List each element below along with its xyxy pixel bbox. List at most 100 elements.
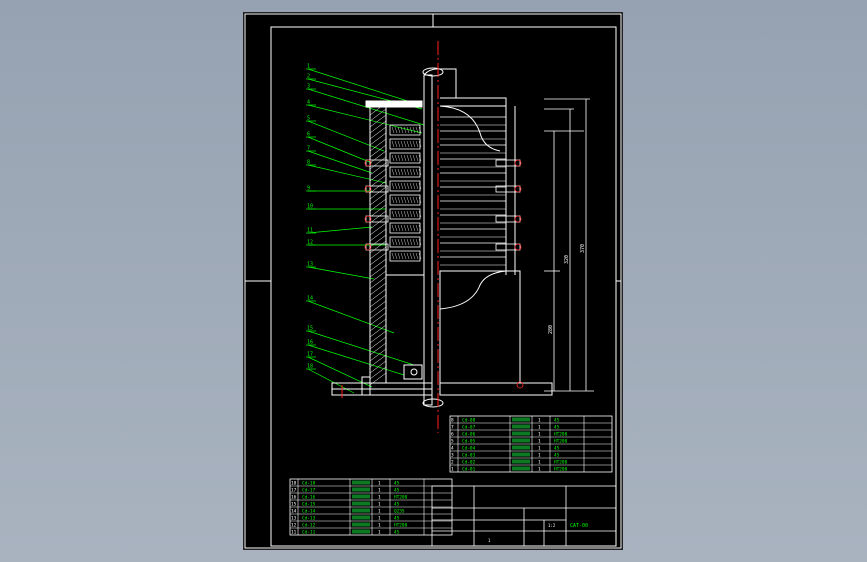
hatch-line: [369, 366, 387, 380]
hatch-line: [369, 252, 387, 266]
disc-hatch: [397, 224, 401, 232]
bom-cell-code: Cd-01: [462, 467, 476, 473]
disc-hatch: [403, 140, 407, 148]
title-block: [431, 485, 617, 547]
disc-hatch: [394, 182, 398, 190]
leader-line: [307, 150, 373, 174]
hatch-line: [369, 354, 387, 368]
bom-cell-mat: 45: [394, 530, 400, 536]
bom-cell-no: 11: [291, 530, 297, 536]
callout-number: 15: [307, 326, 313, 332]
bom-name-fill: [512, 452, 530, 457]
callout-number: 17: [307, 352, 313, 358]
disc-hatch: [400, 140, 404, 148]
disc-hatch: [394, 252, 398, 260]
bom-cell-mat: HT200: [554, 439, 568, 445]
leader-line: [307, 226, 373, 234]
shaft-left-half: [423, 74, 433, 406]
bom-cell-qty: 1: [378, 495, 381, 501]
bom-cell-mat: 45: [554, 425, 560, 431]
disc-hatch: [409, 196, 413, 204]
upper-flange: [440, 97, 507, 107]
disc-hatch: [412, 252, 416, 260]
hatch-line: [369, 312, 387, 326]
disc-hatch: [403, 238, 407, 246]
bom-name-fill: [512, 431, 530, 436]
hatch-line: [369, 228, 387, 242]
callout-number: 3: [307, 84, 310, 90]
cad-viewport[interactable]: 1 2 3 4 5 6 7 8 9 10 11 12 13 14 15 16 17 18: [0, 0, 867, 562]
hatch-line: [369, 360, 387, 374]
dim-label-280: 280: [548, 325, 554, 334]
disc-hatch: [403, 154, 407, 162]
drawing-sheet[interactable]: 1 2 3 4 5 6 7 8 9 10 11 12 13 14 15 16 17 18: [244, 13, 622, 549]
hatch-line: [369, 192, 387, 206]
bom-cell-no: 5: [451, 439, 454, 445]
bom-cell-no: 18: [291, 481, 297, 487]
callout-number: 16: [307, 340, 313, 346]
disc-hatch: [403, 252, 407, 260]
bom-cell-code: Cd-04: [462, 446, 476, 452]
callout-number: 1: [307, 64, 310, 70]
disc-hatch: [391, 140, 395, 148]
bom-cell-qty: 1: [378, 530, 381, 536]
disc-hatch: [394, 126, 398, 134]
disc-hatch: [406, 210, 410, 218]
top-cover: [365, 100, 423, 108]
bom-cell-no: 2: [451, 460, 454, 466]
disc-hatch: [397, 154, 401, 162]
bom-cell-qty: 1: [378, 516, 381, 522]
bom-cell-mat: HT200: [554, 432, 568, 438]
disc-hatch: [400, 238, 404, 246]
callout-number: 12: [307, 240, 313, 246]
bom-name-fill: [512, 445, 530, 450]
disc-hatch: [391, 126, 395, 134]
bom-cell-code: Cd-12: [302, 523, 316, 529]
hatch-line: [369, 294, 387, 308]
disc-hatch: [412, 168, 416, 176]
bom-cell-qty: 1: [538, 453, 541, 459]
disc-hatch: [394, 224, 398, 232]
bom-cell-no: 7: [451, 425, 454, 431]
disc-hatch: [391, 238, 395, 246]
disc-hatch: [394, 210, 398, 218]
callout-numbers: 123456789101112131415161718: [307, 64, 313, 370]
disc-hatch: [409, 252, 413, 260]
bom-cell-code: Cd-02: [462, 460, 476, 466]
bom-cell-no: 8: [451, 418, 454, 424]
callout-number: 10: [307, 204, 313, 210]
callout-number: 6: [307, 132, 310, 138]
disc-hatch: [415, 154, 419, 162]
hatch-line: [369, 264, 387, 278]
drawing-number: CAT-00: [570, 523, 588, 529]
bom-cell-qty: 1: [378, 502, 381, 508]
bom-cell-no: 4: [451, 446, 454, 452]
bom-cell-no: 14: [291, 509, 297, 515]
disc-hatch: [412, 210, 416, 218]
dim-label-370: 370: [580, 244, 586, 253]
bom-cell-code: Cd-03: [462, 453, 476, 459]
bom-lower: 18 Cd-18 1 45 17 Cd-17 1 45 16 Cd-16 1 HT200 15 Cd-15…: [289, 478, 453, 536]
bom-cell-no: 17: [291, 488, 297, 494]
disc-hatch: [415, 252, 419, 260]
disc-hatch: [412, 140, 416, 148]
callout-number: 13: [307, 262, 313, 268]
bom-name-fill: [352, 480, 370, 485]
disc-hatch: [397, 168, 401, 176]
callout-leaders: [306, 68, 425, 394]
hatch-line: [369, 336, 387, 350]
disc-hatch: [400, 196, 404, 204]
bom-cell-no: 13: [291, 516, 297, 522]
hatch-line: [369, 138, 387, 152]
bom-cell-code: Cd-15: [302, 502, 316, 508]
callout-number: 2: [307, 74, 310, 80]
bom-cell-qty: 1: [378, 523, 381, 529]
lower-bolt: [410, 368, 418, 376]
base-right: [439, 382, 553, 396]
bom-cell-mat: HT200: [394, 523, 408, 529]
disc-hatch: [400, 252, 404, 260]
disc-hatch: [403, 210, 407, 218]
callout-number: 4: [307, 100, 310, 106]
bolt-left: [365, 215, 389, 223]
disc-hatch: [406, 238, 410, 246]
